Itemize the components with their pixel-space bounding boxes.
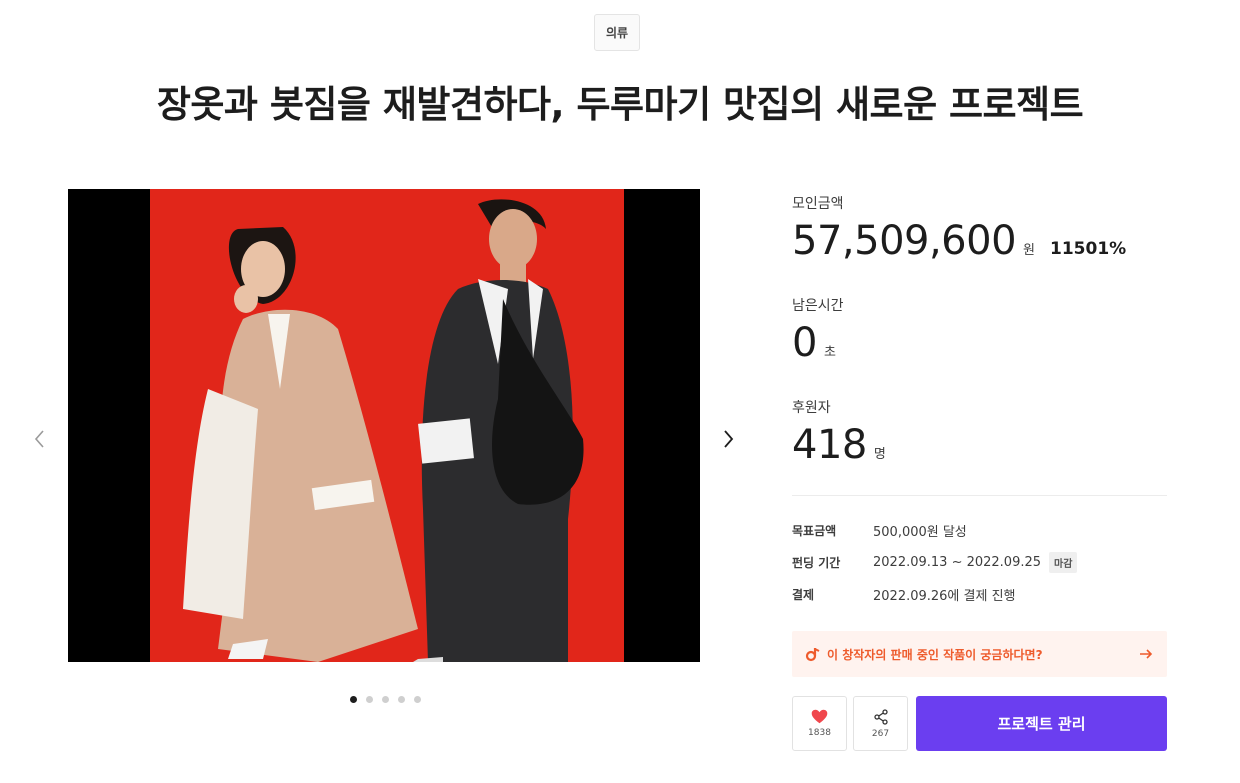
arrow-right-icon: [1140, 649, 1153, 659]
raised-amount-label: 모인금액: [792, 196, 844, 212]
project-photo: [183, 199, 584, 662]
carousel-dot[interactable]: [398, 696, 405, 703]
model-man-figure: [413, 199, 584, 662]
raised-amount-unit: 원: [1023, 243, 1035, 258]
time-remaining: 0 초: [792, 320, 836, 366]
backers: 418 명: [792, 422, 886, 468]
backers-value: 418: [792, 422, 867, 468]
project-title: 장옷과 봇짐을 재발견하다, 두루마기 맛집의 새로운 프로젝트: [156, 83, 1084, 126]
stats-divider: [792, 495, 1167, 496]
goal-label: 목표금액: [792, 524, 837, 538]
closed-badge: 마감: [1049, 552, 1078, 573]
funding-percent: 11501%: [1050, 239, 1127, 259]
payment-value: 2022.09.26에 결제 진행: [873, 589, 1016, 604]
category-tag[interactable]: 의류: [594, 14, 640, 51]
like-button[interactable]: 1838: [792, 696, 847, 751]
goal-row: 목표금액 500,000원 달성: [792, 521, 967, 540]
heart-icon: [811, 709, 828, 724]
creator-store-banner-text: 이 창작자의 판매 중인 작품이 궁금하다면?: [827, 647, 1043, 662]
period-row: 펀딩 기간 2022.09.13 ~ 2022.09.25 마감: [792, 552, 1078, 573]
like-count: 1838: [808, 728, 831, 738]
payment-label: 결제: [792, 588, 815, 602]
period-value: 2022.09.13 ~ 2022.09.25: [873, 555, 1042, 570]
goal-value: 500,000원 달성: [873, 525, 967, 540]
carousel-dot[interactable]: [414, 696, 421, 703]
share-count: 267: [871, 728, 890, 739]
time-remaining-value: 0: [792, 320, 817, 366]
carousel-prev-icon[interactable]: [28, 427, 52, 451]
share-button[interactable]: 267: [853, 696, 908, 751]
manage-project-button[interactable]: 프로젝트 관리: [916, 696, 1167, 751]
carousel-pagination: [350, 696, 421, 703]
raised-amount: 57,509,600 원 11501%: [792, 218, 1126, 264]
store-logo-icon: [805, 648, 820, 662]
carousel-dot[interactable]: [350, 696, 357, 703]
carousel-dot[interactable]: [382, 696, 389, 703]
backers-unit: 명: [873, 447, 886, 462]
carousel-next-icon[interactable]: [716, 427, 740, 451]
model-woman-figure: [183, 227, 418, 662]
period-label: 펀딩 기간: [792, 556, 841, 570]
payment-row: 결제 2022.09.26에 결제 진행: [792, 585, 1016, 604]
backers-label: 후원자: [792, 400, 831, 416]
time-remaining-unit: 초: [823, 345, 836, 360]
carousel-dot[interactable]: [366, 696, 373, 703]
raised-amount-value: 57,509,600: [792, 218, 1017, 264]
share-icon: [873, 708, 888, 725]
time-remaining-label: 남은시간: [792, 298, 844, 314]
project-image-carousel[interactable]: [68, 189, 700, 662]
creator-store-banner[interactable]: 이 창작자의 판매 중인 작품이 궁금하다면?: [792, 631, 1167, 677]
